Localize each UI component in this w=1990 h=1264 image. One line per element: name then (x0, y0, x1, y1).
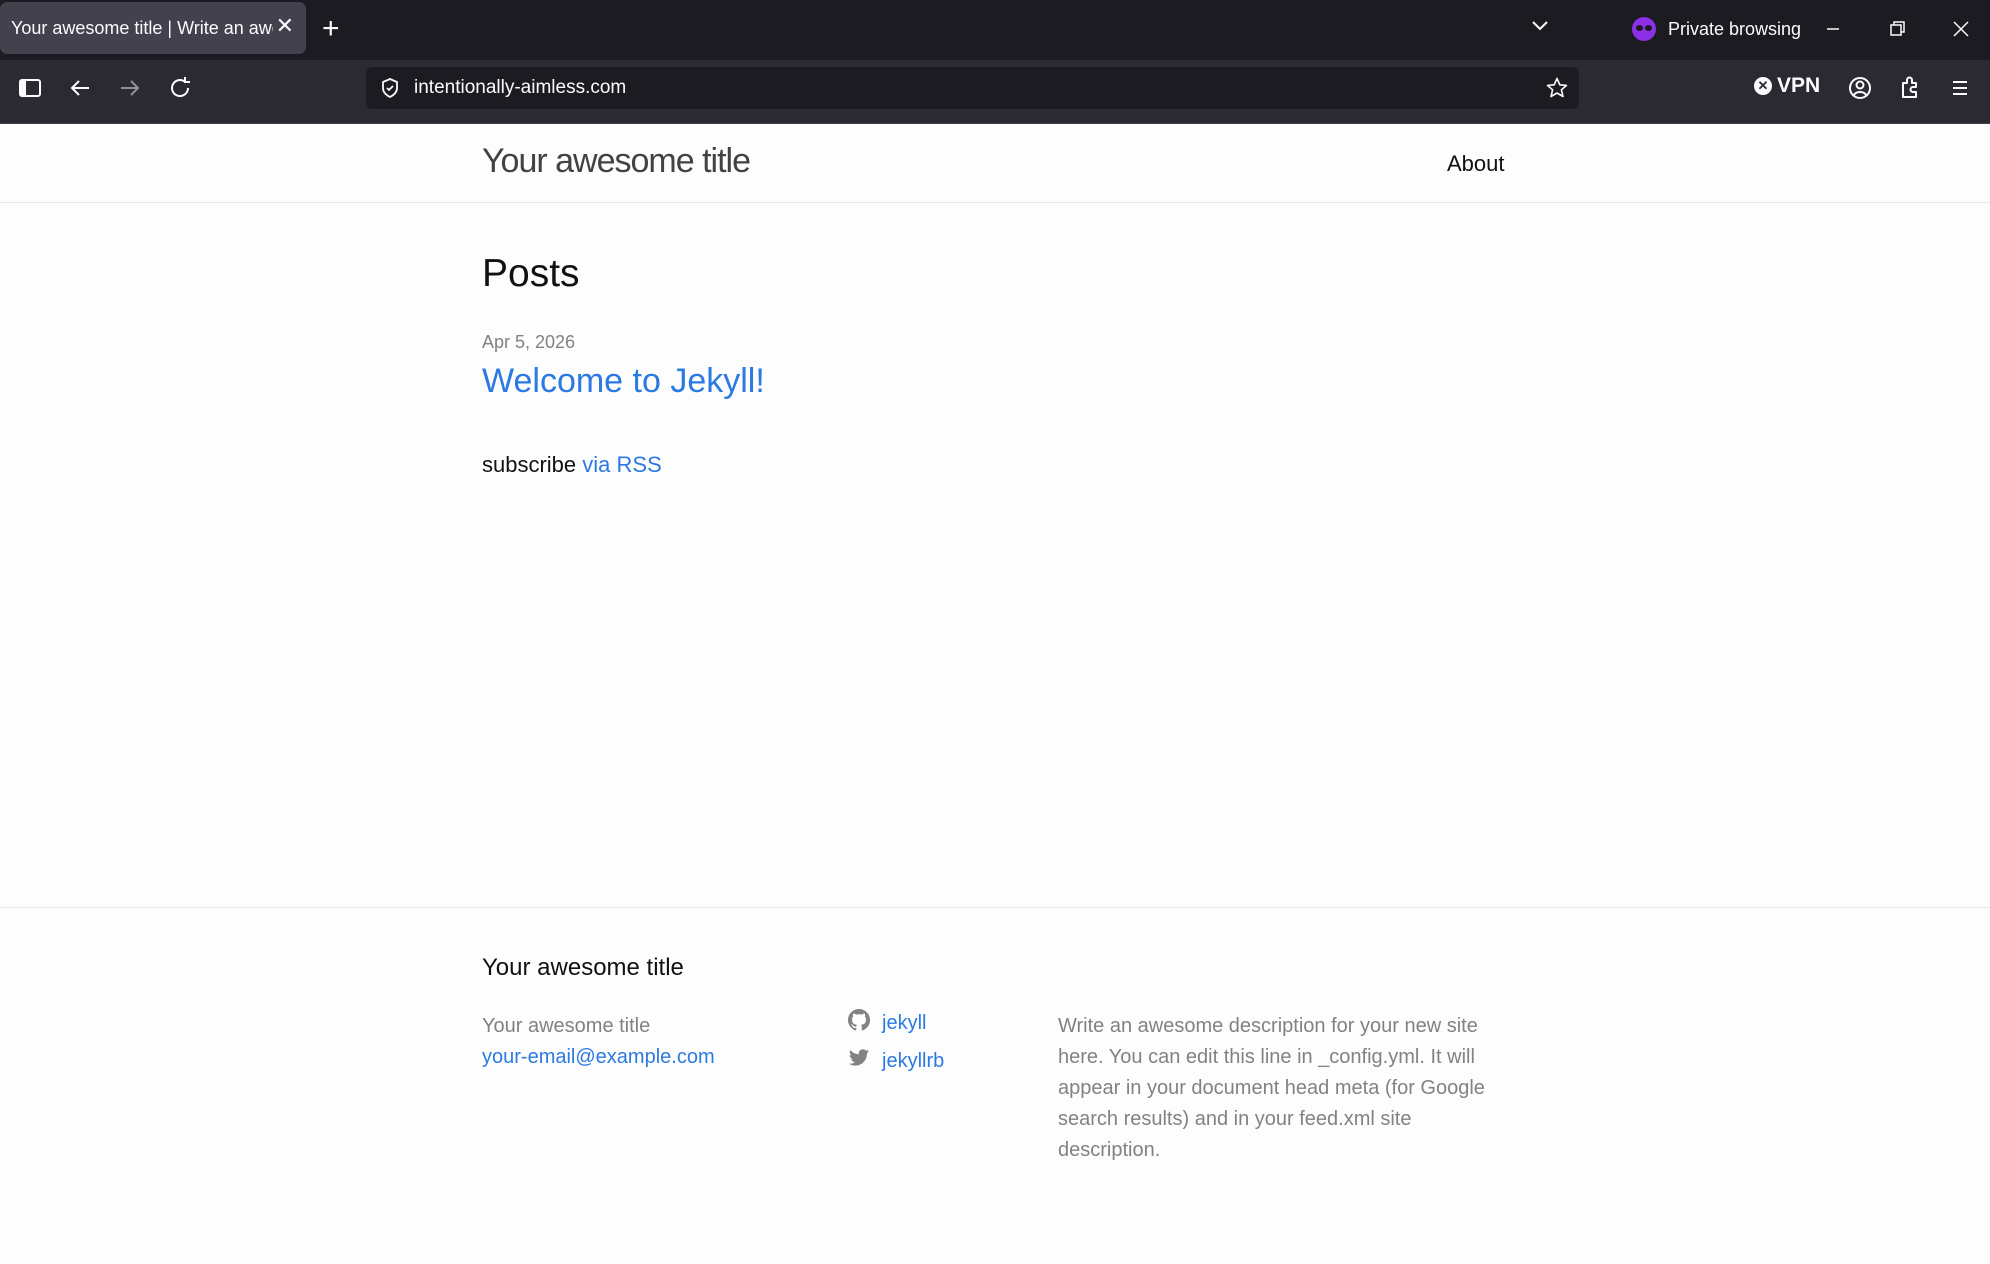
site-title-link[interactable]: Your awesome title (482, 142, 751, 181)
rss-link[interactable]: via RSS (582, 452, 661, 477)
site-footer: Your awesome title Your awesome title yo… (0, 907, 1990, 1264)
subscribe-line: subscribe via RSS (482, 452, 662, 478)
restore-icon[interactable] (1875, 12, 1919, 46)
footer-description: Write an awesome description for your ne… (1058, 1015, 1485, 1161)
vpn-label: VPN (1777, 74, 1821, 97)
close-tab-icon[interactable]: ✕ (276, 13, 294, 39)
new-tab-icon[interactable]: + (322, 14, 340, 44)
private-mask-icon (1632, 17, 1656, 41)
twitter-username: jekyllrb (882, 1049, 945, 1072)
extensions-icon[interactable] (1894, 72, 1926, 104)
post-title-link[interactable]: Welcome to Jekyll! (482, 362, 765, 401)
browser-chrome: Your awesome title | Write an awesome de… (0, 0, 1990, 123)
github-link[interactable]: jekyll (848, 1009, 926, 1037)
post-date: Apr 5, 2026 (482, 332, 576, 352)
footer-heading: Your awesome title (482, 954, 684, 981)
vpn-button[interactable]: ✕ VPN (1754, 74, 1820, 98)
shield-icon[interactable] (378, 76, 402, 105)
subscribe-text: subscribe (482, 452, 577, 477)
private-browsing-indicator: Private browsing (1632, 17, 1801, 41)
close-window-icon[interactable] (1939, 12, 1983, 46)
twitter-icon (848, 1047, 870, 1075)
back-icon[interactable] (64, 72, 96, 104)
footer-contact: Your awesome title your-email@example.co… (482, 1011, 715, 1073)
active-tab[interactable]: Your awesome title | Write an awesome de… (0, 2, 306, 54)
tab-bar: Your awesome title | Write an awesome de… (0, 0, 1990, 60)
private-browsing-label: Private browsing (1668, 18, 1802, 39)
forward-icon[interactable] (114, 72, 146, 104)
twitter-link[interactable]: jekyllrb (848, 1047, 944, 1075)
vpn-off-icon: ✕ (1754, 77, 1772, 95)
nav-link-about[interactable]: About (1447, 151, 1505, 177)
reload-icon[interactable] (164, 72, 196, 104)
tab-title: Your awesome title | Write an awesome de… (11, 17, 273, 38)
star-icon[interactable] (1545, 76, 1569, 105)
toolbar-divider (0, 116, 1990, 123)
site-header: Your awesome title About (0, 123, 1990, 203)
minimize-icon[interactable] (1811, 12, 1855, 46)
github-icon (848, 1009, 870, 1037)
posts-heading: Posts (482, 252, 580, 295)
footer-name: Your awesome title (482, 1015, 651, 1037)
github-username: jekyll (882, 1011, 927, 1034)
account-icon[interactable] (1844, 72, 1876, 104)
menu-icon[interactable] (1944, 72, 1976, 104)
url-text: intentionally-aimless.com (414, 77, 627, 98)
navigation-toolbar: intentionally-aimless.com ✕ VPN (0, 60, 1990, 116)
address-bar[interactable]: intentionally-aimless.com (366, 67, 1579, 109)
sidebar-icon[interactable] (14, 72, 46, 104)
chevron-down-icon[interactable] (1530, 16, 1550, 41)
footer-email-link[interactable]: your-email@example.com (482, 1042, 715, 1073)
